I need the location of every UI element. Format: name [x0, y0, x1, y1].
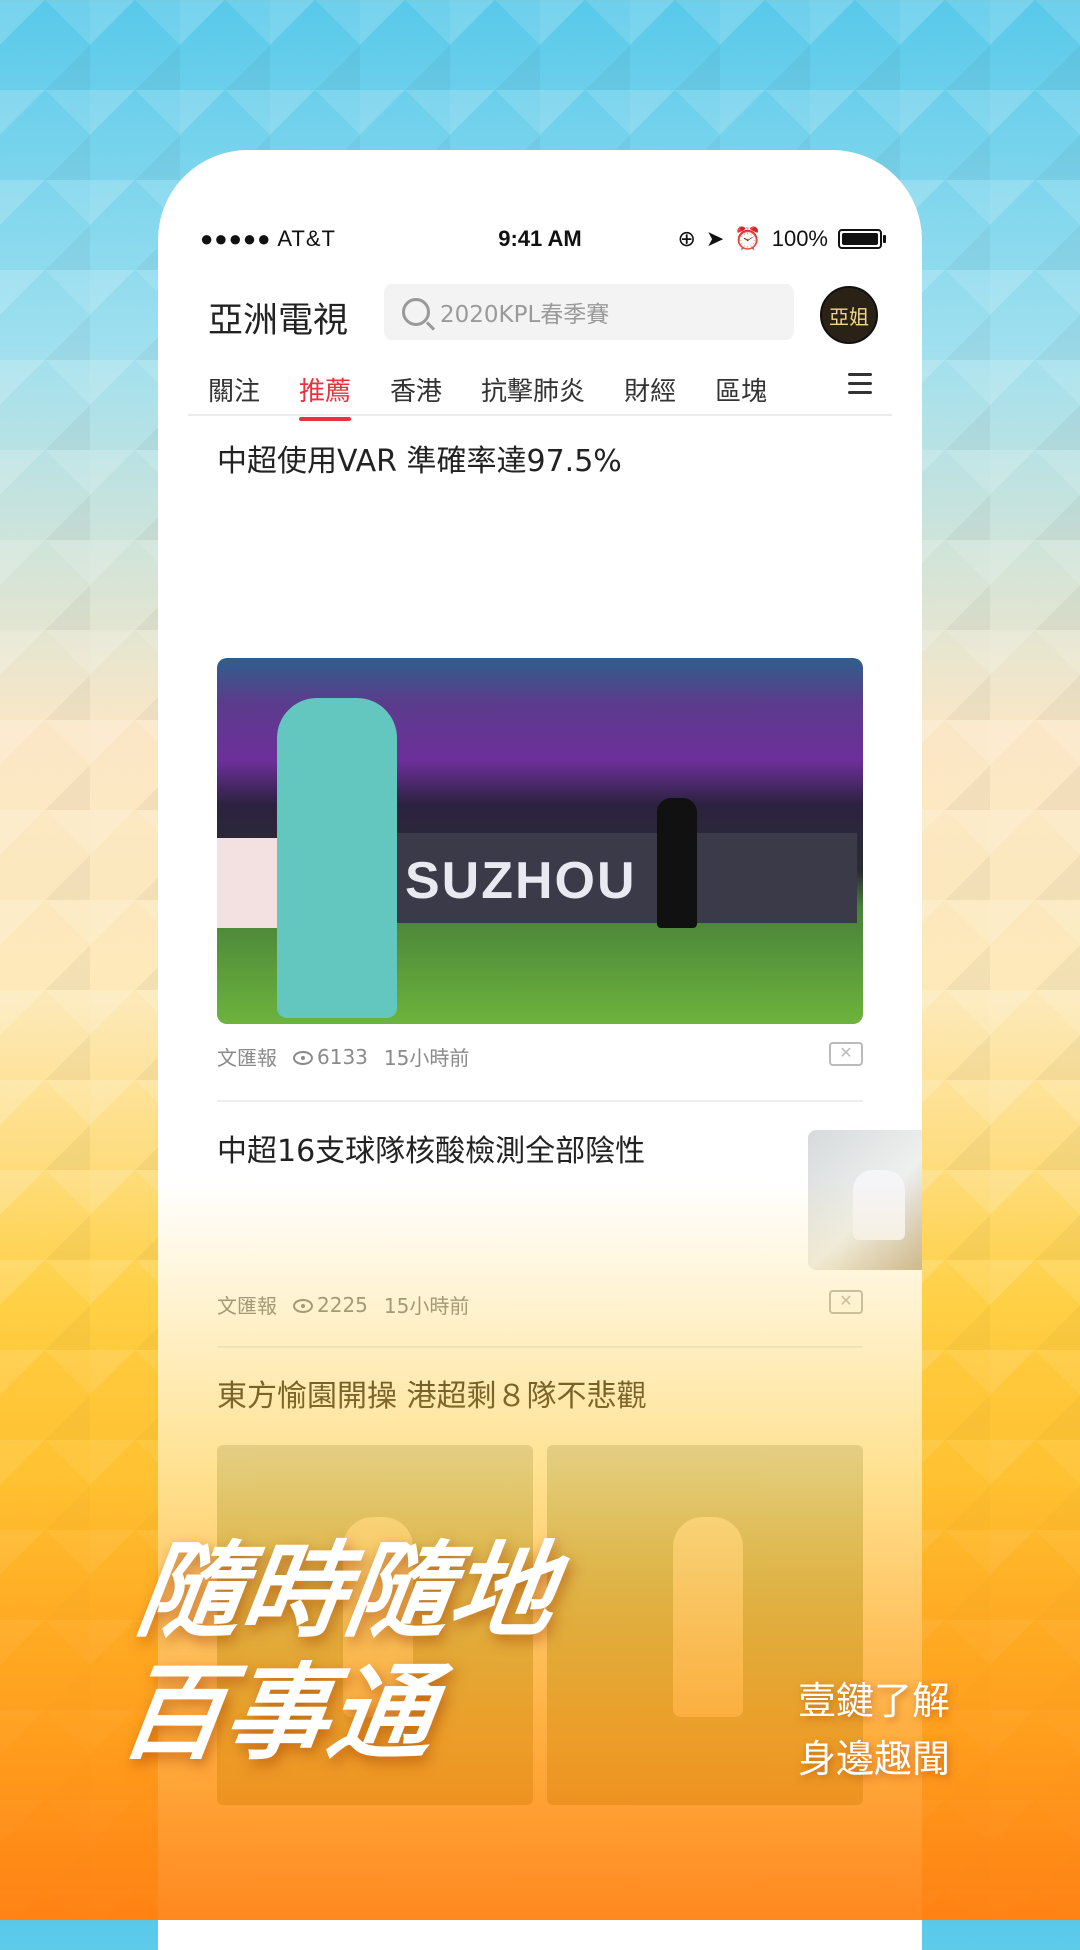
tab-hongkong[interactable]: 香港: [390, 365, 442, 425]
tab-recommend[interactable]: 推薦: [299, 365, 352, 425]
article-meta: 文匯報 2225 15小時前 ✕: [217, 1290, 863, 1319]
avatar[interactable]: 亞姐: [820, 286, 878, 344]
tab-fight-pneumonia[interactable]: 抗擊肺炎: [481, 365, 585, 425]
eye-icon: [293, 1299, 313, 1313]
slogan-line: 百事通: [112, 1652, 443, 1774]
dismiss-icon[interactable]: ✕: [829, 1290, 863, 1314]
subtitle-line: 身邊趣聞: [797, 1737, 950, 1781]
eye-icon: [293, 1051, 313, 1065]
article-image[interactable]: SUZHOU: [217, 658, 863, 1024]
article-time: 15小時前: [383, 1294, 470, 1318]
category-tabs: 關注 推薦 香港 抗擊肺炎 財經 區塊: [208, 365, 892, 425]
menu-icon[interactable]: [848, 373, 872, 400]
battery-icon: [838, 229, 886, 249]
divider: [217, 1100, 863, 1102]
view-number: 2225: [317, 1292, 368, 1317]
battery-percent: 100%: [771, 226, 828, 251]
status-right: ⊕ ➤ ⏰ 100%: [677, 226, 886, 252]
article-source: 文匯報: [217, 1046, 277, 1070]
promo-subtitle: 壹鍵了解 身邊趣聞: [798, 1672, 950, 1788]
promo-slogan: 隨時隨地 百事通: [113, 1530, 563, 1774]
article-source: 文匯報: [217, 1294, 277, 1318]
meta-row: 文匯報 6133 15小時前: [217, 1042, 863, 1071]
divider: [217, 1346, 863, 1348]
search-icon: [402, 298, 430, 326]
banner-text: SUZHOU: [405, 852, 637, 910]
location-icon: ➤: [705, 226, 725, 251]
app-header: 亞洲電視 2020KPL春季賽 亞姐: [158, 280, 922, 350]
article-title: 中超使用VAR 準確率達97.5%: [217, 444, 622, 479]
alarm-icon: ⏰: [734, 226, 762, 251]
tabs-divider: [188, 414, 892, 416]
referee-figure: [657, 798, 697, 928]
article-card[interactable]: 中超使用VAR 準確率達97.5%: [217, 440, 863, 484]
article-card[interactable]: 中超16支球隊核酸檢測全部陰性: [217, 1130, 677, 1174]
view-number: 6133: [317, 1044, 368, 1069]
tab-finance[interactable]: 財經: [624, 365, 676, 425]
tab-follow[interactable]: 關注: [208, 365, 260, 425]
search-placeholder: 2020KPL春季賽: [440, 302, 610, 328]
article-time: 15小時前: [383, 1046, 470, 1070]
search-input[interactable]: 2020KPL春季賽: [384, 284, 794, 340]
article-title: 東方愉園開操 港超剩８隊不悲觀: [217, 1379, 647, 1414]
slogan-line: 隨時隨地: [130, 1530, 564, 1652]
app-title: 亞洲電視: [208, 301, 349, 341]
meta-row: 文匯報 2225 15小時前: [217, 1290, 863, 1319]
subtitle-line: 壹鍵了解: [797, 1679, 950, 1723]
view-count: 2225: [293, 1293, 368, 1317]
article-meta: 文匯報 6133 15小時前 ✕: [217, 1042, 863, 1071]
dismiss-icon[interactable]: ✕: [829, 1042, 863, 1066]
player-figure: [277, 698, 397, 1018]
view-count: 6133: [293, 1045, 368, 1069]
article-title: 中超16支球隊核酸檢測全部陰性: [217, 1134, 646, 1169]
lock-rotation-icon: ⊕: [677, 226, 696, 251]
article-card[interactable]: 東方愉園開操 港超剩８隊不悲觀: [217, 1375, 863, 1419]
article-thumbnail[interactable]: [808, 1130, 922, 1270]
person-figure: [853, 1170, 905, 1240]
banner-board: SUZHOU: [387, 833, 857, 923]
status-bar: ●●●●● AT&T 9:41 AM ⊕ ➤ ⏰ 100%: [158, 220, 922, 260]
tab-blockchain[interactable]: 區塊: [715, 365, 767, 425]
